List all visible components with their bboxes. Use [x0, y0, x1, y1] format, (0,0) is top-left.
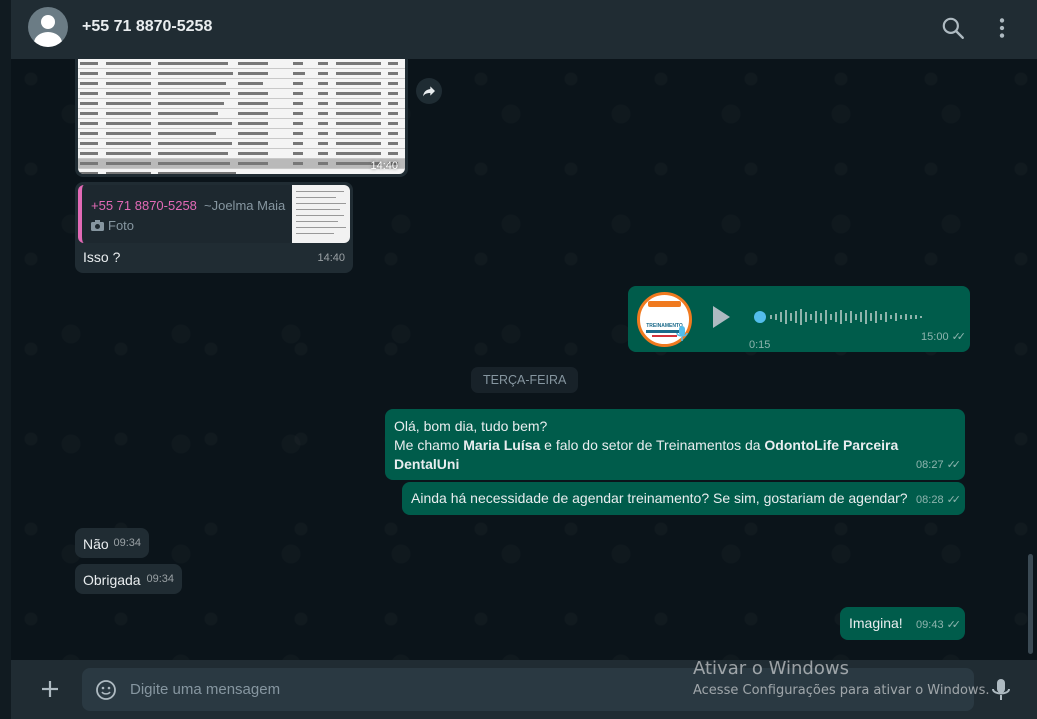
avatar-body [34, 32, 62, 47]
contact-avatar[interactable] [28, 7, 68, 47]
contact-name[interactable]: +55 71 8870-5258 [82, 18, 212, 36]
chat-scrollbar[interactable] [1028, 554, 1033, 654]
message-time: 08:28 ✓✓ [916, 494, 962, 506]
message-text: Ainda há necessidade de agendar treiname… [411, 490, 908, 506]
document-photo[interactable] [78, 59, 405, 174]
audio-message[interactable]: TREINAMENTO 0:15 15:00 ✓✓ [628, 286, 970, 352]
read-ticks-icon: ✓✓ [946, 459, 962, 471]
message-time: 08:27 ✓✓ [916, 459, 962, 471]
left-panel-edge [0, 0, 11, 719]
forward-icon [423, 86, 435, 97]
read-ticks-icon: ✓✓ [946, 494, 962, 506]
camera-icon [91, 220, 104, 231]
activation-subtitle: Acesse Configurações para ativar o Windo… [693, 683, 990, 698]
menu-dots-icon[interactable] [989, 15, 1015, 41]
microphone-icon[interactable] [991, 678, 1011, 702]
message-time: 14:40 [317, 252, 345, 264]
activation-title: Ativar o Windows [693, 658, 849, 679]
day-separator: TERÇA-FEIRA [471, 367, 579, 393]
outgoing-message[interactable]: Ainda há necessidade de agendar treiname… [402, 482, 965, 515]
quoted-sender: +55 71 8870-5258 [91, 198, 197, 213]
emoji-icon[interactable] [94, 678, 118, 702]
message-time: 09:34 [146, 573, 174, 585]
message-text: Imagina! [849, 615, 903, 631]
search-icon[interactable] [940, 15, 966, 41]
audio-duration: 0:15 [749, 339, 771, 351]
quoted-thumbnail [292, 185, 350, 243]
play-icon[interactable] [710, 304, 732, 330]
reply-message[interactable]: +55 71 8870-5258 ~Joelma Maia Foto Isso … [75, 182, 353, 273]
quoted-type: Foto [91, 216, 134, 235]
quoted-author: ~Joelma Maia [204, 198, 286, 213]
message-time: 15:00 ✓✓ [921, 331, 967, 343]
message-text: Obrigada [83, 572, 141, 588]
windows-activation-watermark: Ativar o Windows Acesse Configurações pa… [693, 658, 989, 698]
read-ticks-icon: ✓✓ [946, 619, 962, 631]
chat-area[interactable]: 14:40 +55 71 8870-5258 ~Joelma Maia Foto [11, 59, 1037, 660]
message-text-line2: Me chamo Maria Luísa e falo do setor de … [394, 437, 899, 472]
outgoing-message[interactable]: Olá, bom dia, tudo bem? Me chamo Maria L… [385, 409, 965, 480]
read-ticks-icon: ✓✓ [951, 331, 967, 343]
incoming-message[interactable]: Não 09:34 [75, 528, 149, 558]
message-text: Não [83, 536, 109, 552]
audio-waveform[interactable] [754, 308, 944, 326]
message-time: 09:34 [113, 537, 141, 549]
forward-button[interactable] [416, 78, 442, 104]
plus-icon[interactable] [38, 677, 62, 701]
message-text: Isso ? [83, 249, 121, 265]
outgoing-message[interactable]: Imagina! 09:43 ✓✓ [840, 607, 965, 640]
message-time: 14:40 [370, 160, 398, 172]
message-text-line1: Olá, bom dia, tudo bem? [394, 418, 548, 434]
message-time: 09:43 ✓✓ [916, 619, 962, 631]
quoted-type-label: Foto [108, 218, 135, 233]
incoming-message[interactable]: Obrigada 09:34 [75, 564, 182, 594]
chat-header[interactable]: +55 71 8870-5258 [11, 0, 1037, 59]
quoted-message[interactable]: +55 71 8870-5258 ~Joelma Maia Foto [78, 185, 350, 243]
image-message[interactable]: 14:40 [75, 59, 408, 177]
microphone-badge-icon [676, 326, 688, 341]
avatar-head [41, 15, 55, 29]
